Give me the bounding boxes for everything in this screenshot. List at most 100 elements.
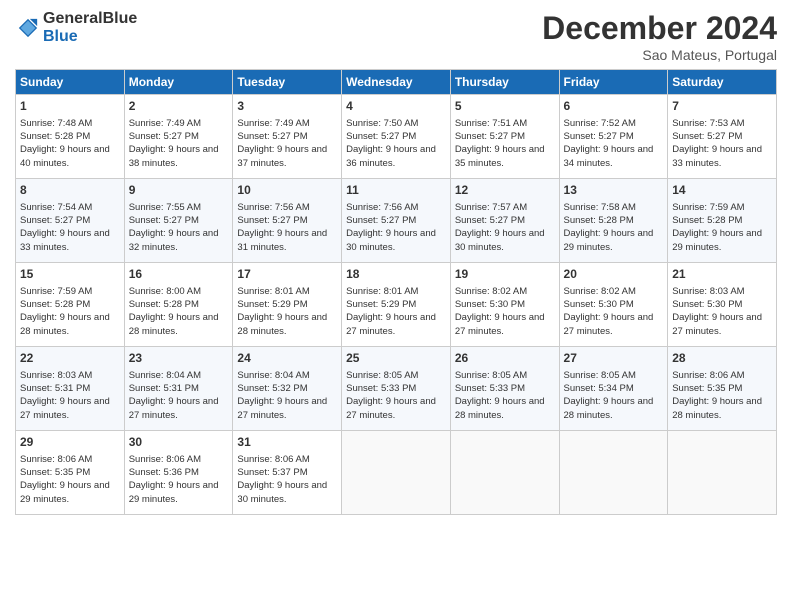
daylight-text: Daylight: 9 hours and 27 minutes. — [346, 395, 446, 422]
table-row: 28Sunrise: 8:06 AMSunset: 5:35 PMDayligh… — [668, 347, 777, 431]
day-number: 19 — [455, 266, 555, 283]
sunrise-text: Sunrise: 8:06 AM — [129, 453, 229, 466]
day-number: 29 — [20, 434, 120, 451]
table-row: 6Sunrise: 7:52 AMSunset: 5:27 PMDaylight… — [559, 95, 668, 179]
sunrise-text: Sunrise: 8:06 AM — [672, 369, 772, 382]
sunset-text: Sunset: 5:35 PM — [672, 382, 772, 395]
daylight-text: Daylight: 9 hours and 33 minutes. — [672, 143, 772, 170]
table-row: 19Sunrise: 8:02 AMSunset: 5:30 PMDayligh… — [450, 263, 559, 347]
day-number: 14 — [672, 182, 772, 199]
sunset-text: Sunset: 5:27 PM — [237, 214, 337, 227]
sunset-text: Sunset: 5:28 PM — [20, 298, 120, 311]
day-number: 21 — [672, 266, 772, 283]
location-subtitle: Sao Mateus, Portugal — [542, 47, 777, 63]
daylight-text: Daylight: 9 hours and 29 minutes. — [20, 479, 120, 506]
table-row — [668, 431, 777, 515]
table-row: 1Sunrise: 7:48 AMSunset: 5:28 PMDaylight… — [16, 95, 125, 179]
daylight-text: Daylight: 9 hours and 33 minutes. — [20, 227, 120, 254]
daylight-text: Daylight: 9 hours and 27 minutes. — [346, 311, 446, 338]
table-row: 21Sunrise: 8:03 AMSunset: 5:30 PMDayligh… — [668, 263, 777, 347]
daylight-text: Daylight: 9 hours and 29 minutes. — [672, 227, 772, 254]
table-row: 8 Sunrise: 7:54 AMSunset: 5:27 PMDaylight… — [16, 179, 125, 263]
sunset-text: Sunset: 5:29 PM — [237, 298, 337, 311]
table-row: 13Sunrise: 7:58 AMSunset: 5:28 PMDayligh… — [559, 179, 668, 263]
sunrise-text: Sunrise: 7:58 AM — [564, 201, 664, 214]
daylight-text: Daylight: 9 hours and 29 minutes. — [129, 479, 229, 506]
logo-icon — [17, 17, 39, 39]
calendar-week-row: 22Sunrise: 8:03 AMSunset: 5:31 PMDayligh… — [16, 347, 777, 431]
daylight-text: Daylight: 9 hours and 30 minutes. — [237, 479, 337, 506]
calendar-week-row: 1Sunrise: 7:48 AMSunset: 5:28 PMDaylight… — [16, 95, 777, 179]
sunset-text: Sunset: 5:28 PM — [129, 298, 229, 311]
sunset-text: Sunset: 5:34 PM — [564, 382, 664, 395]
sunrise-text: Sunrise: 8:05 AM — [564, 369, 664, 382]
day-number: 10 — [237, 182, 337, 199]
sunrise-text: Sunrise: 8:03 AM — [672, 285, 772, 298]
daylight-text: Daylight: 9 hours and 28 minutes. — [20, 311, 120, 338]
day-number: 22 — [20, 350, 120, 367]
table-row: 3Sunrise: 7:49 AMSunset: 5:27 PMDaylight… — [233, 95, 342, 179]
day-number: 15 — [20, 266, 120, 283]
table-row — [559, 431, 668, 515]
table-row: 15 Sunrise: 7:59 AMSunset: 5:28 PMDayligh… — [16, 263, 125, 347]
sunrise-text: Sunrise: 8:05 AM — [346, 369, 446, 382]
daylight-text: Daylight: 9 hours and 27 minutes. — [564, 311, 664, 338]
daylight-text: Daylight: 9 hours and 32 minutes. — [129, 227, 229, 254]
calendar-week-row: 8Sunrise: 7:54 AMSunset: 5:27 PMDaylight… — [16, 179, 777, 263]
table-row: 29Sunrise: 8:06 AMSunset: 5:35 PMDayligh… — [16, 431, 125, 515]
sunrise-text: Sunrise: 7:56 AM — [346, 201, 446, 214]
sunrise-text: Sunrise: 8:06 AM — [20, 453, 120, 466]
sunset-text: Sunset: 5:37 PM — [237, 466, 337, 479]
sunset-text: Sunset: 5:27 PM — [20, 214, 120, 227]
day-number: 30 — [129, 434, 229, 451]
sunrise-text: Sunrise: 7:50 AM — [346, 117, 446, 130]
table-row: 24Sunrise: 8:04 AMSunset: 5:32 PMDayligh… — [233, 347, 342, 431]
sunrise-text: Sunrise: 7:59 AM — [20, 285, 120, 298]
sunrise-text: Sunrise: 8:03 AM — [20, 369, 120, 382]
sunset-text: Sunset: 5:28 PM — [20, 130, 120, 143]
sunrise-text: Sunrise: 7:53 AM — [672, 117, 772, 130]
day-number: 16 — [129, 266, 229, 283]
day-number: 4 — [346, 98, 446, 115]
col-saturday: Saturday — [668, 70, 777, 95]
table-row: 7Sunrise: 7:53 AMSunset: 5:27 PMDaylight… — [668, 95, 777, 179]
table-row — [450, 431, 559, 515]
sunset-text: Sunset: 5:28 PM — [564, 214, 664, 227]
daylight-text: Daylight: 9 hours and 27 minutes. — [672, 311, 772, 338]
daylight-text: Daylight: 9 hours and 29 minutes. — [564, 227, 664, 254]
day-number: 17 — [237, 266, 337, 283]
sunset-text: Sunset: 5:27 PM — [346, 130, 446, 143]
col-thursday: Thursday — [450, 70, 559, 95]
sunrise-text: Sunrise: 8:04 AM — [237, 369, 337, 382]
sunset-text: Sunset: 5:33 PM — [455, 382, 555, 395]
sunset-text: Sunset: 5:27 PM — [129, 214, 229, 227]
day-number: 5 — [455, 98, 555, 115]
month-title: December 2024 — [542, 10, 777, 47]
day-number: 8 — [20, 182, 120, 199]
logo-text-blue: Blue — [43, 28, 78, 45]
daylight-text: Daylight: 9 hours and 30 minutes. — [346, 227, 446, 254]
table-row: 12Sunrise: 7:57 AMSunset: 5:27 PMDayligh… — [450, 179, 559, 263]
sunset-text: Sunset: 5:29 PM — [346, 298, 446, 311]
day-number: 9 — [129, 182, 229, 199]
sunrise-text: Sunrise: 7:59 AM — [672, 201, 772, 214]
sunset-text: Sunset: 5:28 PM — [672, 214, 772, 227]
calendar-week-row: 29Sunrise: 8:06 AMSunset: 5:35 PMDayligh… — [16, 431, 777, 515]
daylight-text: Daylight: 9 hours and 27 minutes. — [237, 395, 337, 422]
col-sunday: Sunday — [16, 70, 125, 95]
sunrise-text: Sunrise: 7:54 AM — [20, 201, 120, 214]
table-row: 17Sunrise: 8:01 AMSunset: 5:29 PMDayligh… — [233, 263, 342, 347]
sunrise-text: Sunrise: 8:02 AM — [564, 285, 664, 298]
page-container: GeneralBlue Blue December 2024 Sao Mateu… — [0, 0, 792, 612]
day-number: 26 — [455, 350, 555, 367]
sunset-text: Sunset: 5:33 PM — [346, 382, 446, 395]
col-friday: Friday — [559, 70, 668, 95]
sunrise-text: Sunrise: 8:01 AM — [237, 285, 337, 298]
table-row: 26Sunrise: 8:05 AMSunset: 5:33 PMDayligh… — [450, 347, 559, 431]
sunrise-text: Sunrise: 7:52 AM — [564, 117, 664, 130]
sunset-text: Sunset: 5:27 PM — [672, 130, 772, 143]
day-number: 23 — [129, 350, 229, 367]
sunset-text: Sunset: 5:27 PM — [346, 214, 446, 227]
daylight-text: Daylight: 9 hours and 30 minutes. — [455, 227, 555, 254]
sunset-text: Sunset: 5:27 PM — [455, 214, 555, 227]
